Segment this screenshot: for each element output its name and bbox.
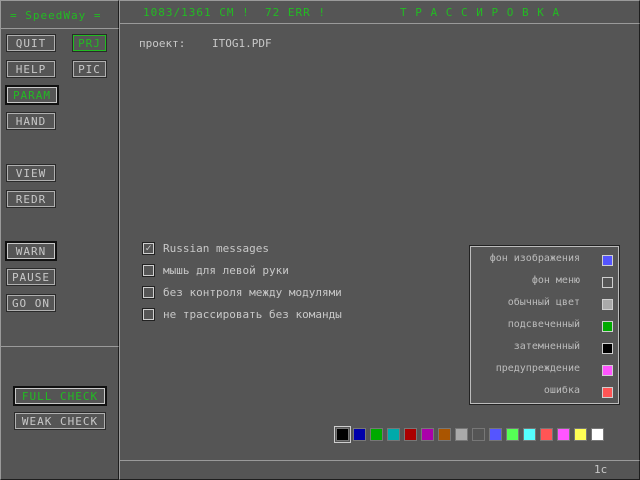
- warn-button[interactable]: WARN: [5, 241, 57, 261]
- legend-swatch[interactable]: [602, 387, 613, 398]
- hand-button[interactable]: HAND: [6, 112, 56, 130]
- left-hand-mouse-checkbox[interactable]: [142, 264, 155, 277]
- palette-swatch[interactable]: [404, 428, 417, 441]
- full-check-button[interactable]: FULL CHECK: [13, 386, 107, 406]
- legend-swatch[interactable]: [602, 343, 613, 354]
- color-legend: фон изображения фон меню обычный цвет по…: [469, 245, 620, 405]
- palette-swatch[interactable]: [489, 428, 502, 441]
- palette-swatch[interactable]: [557, 428, 570, 441]
- palette-swatch[interactable]: [574, 428, 587, 441]
- palette-swatch[interactable]: [591, 428, 604, 441]
- legend-label: затемненный: [513, 341, 580, 352]
- route-stats: 1083/1361 СМ ! 72 ERR !: [143, 6, 326, 19]
- project-label: проект:: [139, 37, 186, 50]
- redr-button[interactable]: REDR: [6, 190, 56, 208]
- legend-label: подсвеченный: [507, 319, 580, 330]
- option-label: без контроля между модулями: [163, 286, 342, 299]
- app-title: = SpeedWay =: [10, 9, 102, 22]
- legend-swatch[interactable]: [602, 299, 613, 310]
- prj-button[interactable]: PRJ: [72, 34, 107, 52]
- palette-swatch[interactable]: [523, 428, 536, 441]
- legend-label: фон меню: [531, 275, 580, 286]
- project-file: ITOG1.PDF: [212, 37, 272, 50]
- quit-button[interactable]: QUIT: [6, 34, 56, 52]
- palette-swatch[interactable]: [421, 428, 434, 441]
- mode-title: Т Р А С С И Р О В К А: [400, 6, 561, 19]
- weak-check-button[interactable]: WEAK CHECK: [14, 412, 106, 430]
- legend-swatch[interactable]: [602, 255, 613, 266]
- palette-swatch[interactable]: [455, 428, 468, 441]
- legend-label: обычный цвет: [507, 297, 580, 308]
- param-button[interactable]: PARAM: [5, 85, 59, 105]
- option-label: не трассировать без команды: [163, 308, 342, 321]
- status-text: 1c: [594, 463, 608, 476]
- palette-swatch[interactable]: [353, 428, 366, 441]
- legend-swatch[interactable]: [602, 321, 613, 332]
- view-button[interactable]: VIEW: [6, 164, 56, 182]
- no-module-control-checkbox[interactable]: [142, 286, 155, 299]
- palette-swatch[interactable]: [334, 426, 351, 443]
- help-button[interactable]: HELP: [6, 60, 56, 78]
- palette-swatch[interactable]: [540, 428, 553, 441]
- pause-button[interactable]: PAUSE: [6, 268, 56, 286]
- palette-swatch[interactable]: [387, 428, 400, 441]
- legend-label: ошибка: [543, 385, 580, 396]
- palette-swatch[interactable]: [370, 428, 383, 441]
- pic-button[interactable]: PIC: [72, 60, 107, 78]
- legend-label: фон изображения: [489, 253, 580, 264]
- palette-swatch[interactable]: [472, 428, 485, 441]
- legend-swatch[interactable]: [602, 365, 613, 376]
- palette-swatch[interactable]: [438, 428, 451, 441]
- go-on-button[interactable]: GO ON: [6, 294, 56, 312]
- status-bar: [119, 460, 640, 480]
- legend-swatch[interactable]: [602, 277, 613, 288]
- palette-swatch[interactable]: [506, 428, 519, 441]
- option-label: Russian messages: [163, 242, 269, 255]
- no-route-without-command-checkbox[interactable]: [142, 308, 155, 321]
- russian-messages-checkbox[interactable]: ✓: [142, 242, 155, 255]
- legend-label: предупреждение: [495, 363, 580, 374]
- option-label: мышь для левой руки: [163, 264, 289, 277]
